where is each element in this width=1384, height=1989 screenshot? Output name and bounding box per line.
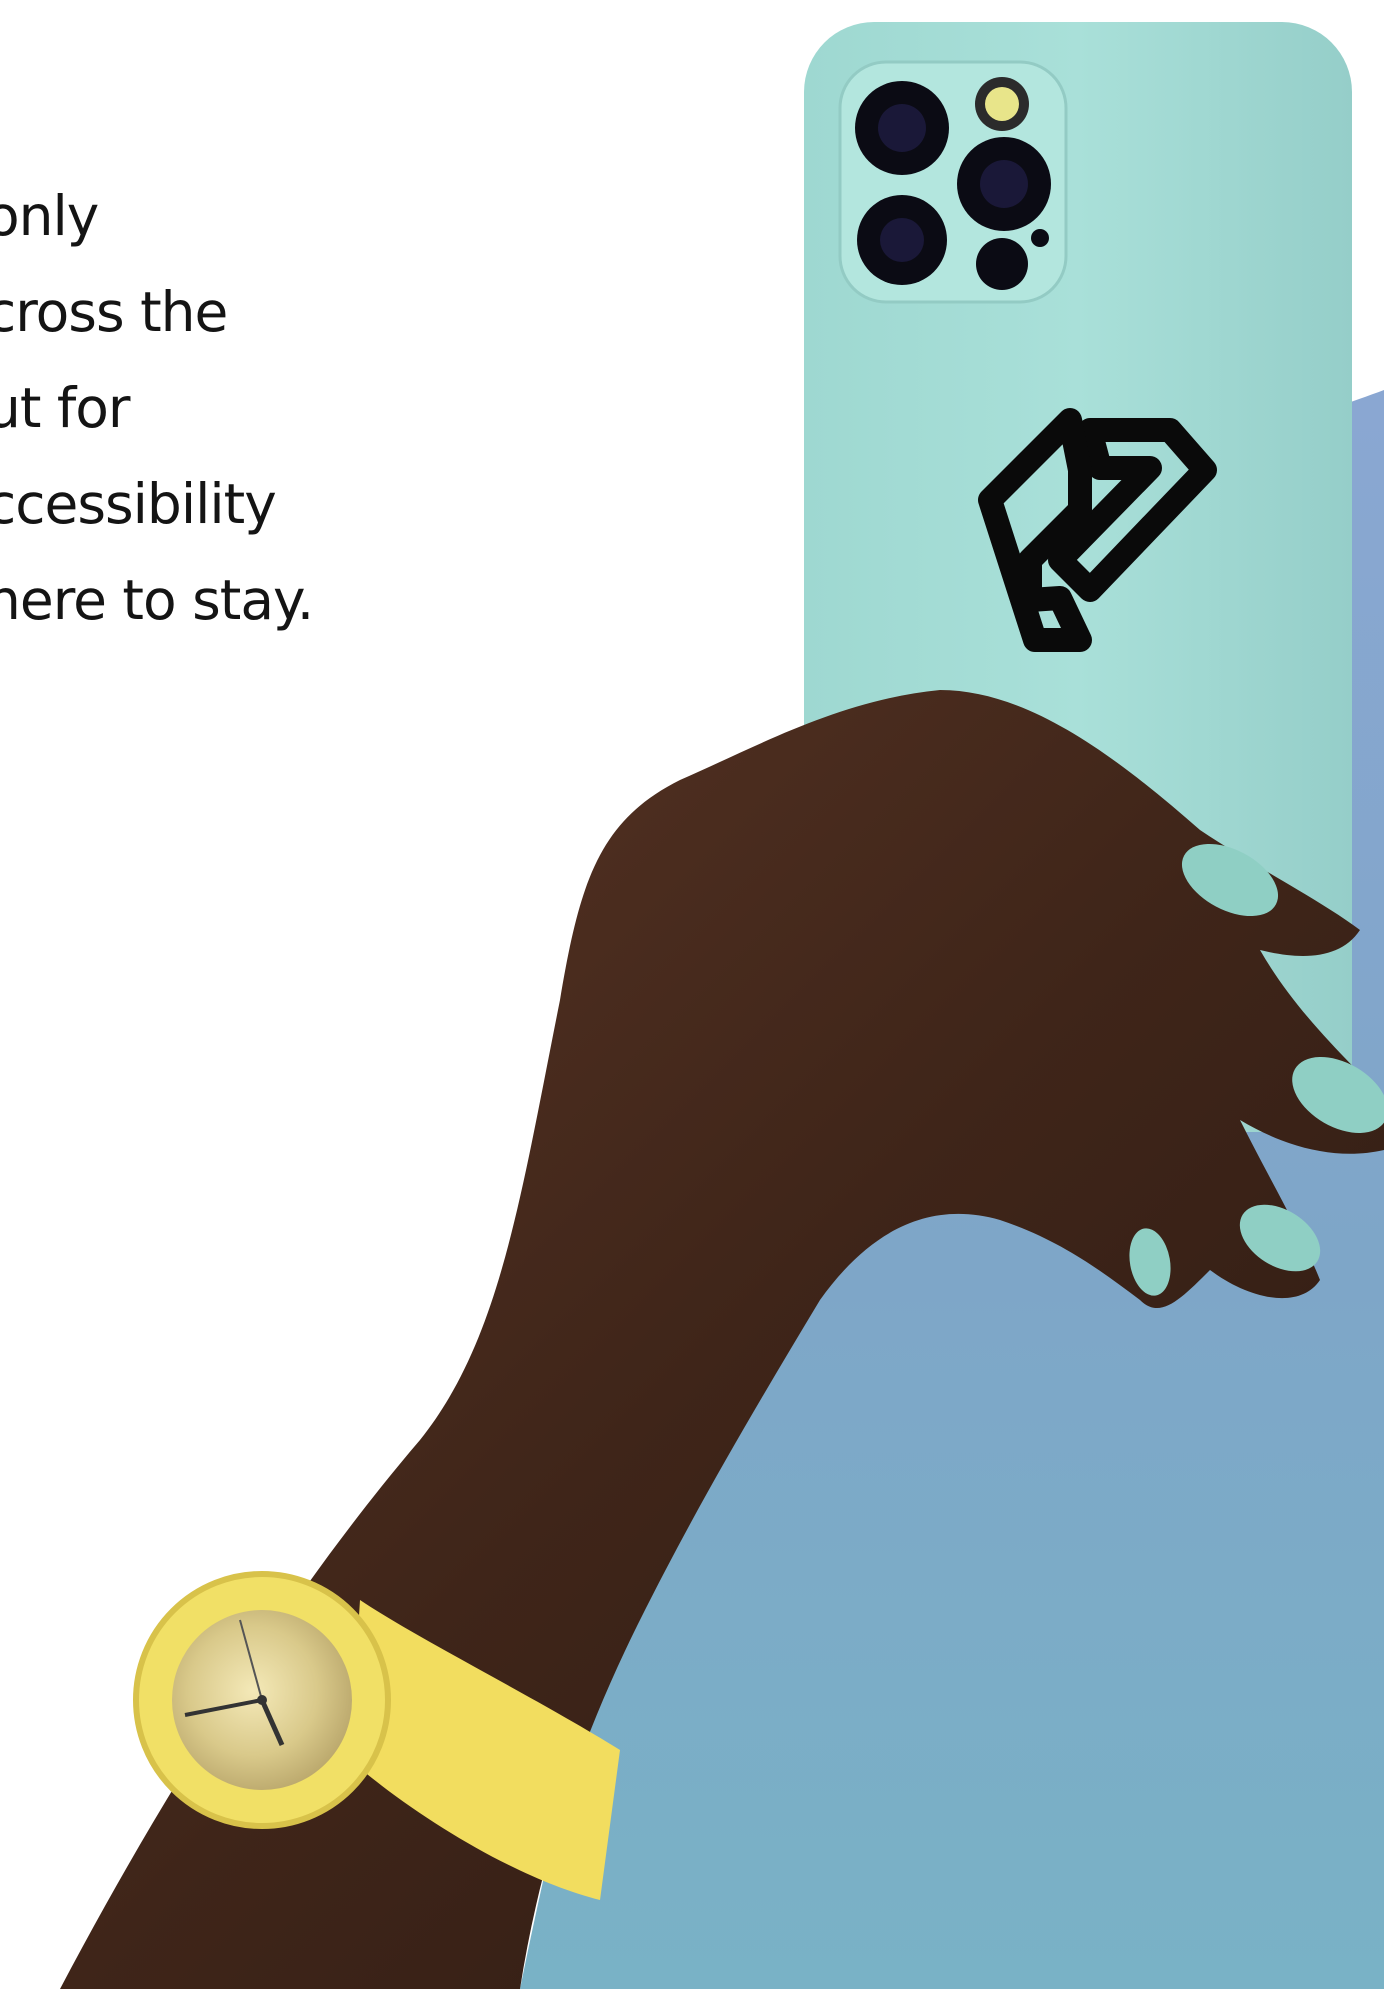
hero-text-line: ccessibility <box>0 472 277 536</box>
hero-text-line: ut for <box>0 376 131 440</box>
hero-text-line: cross the <box>0 280 228 344</box>
hero-text: only cross the ut for ccessibility here … <box>0 168 366 648</box>
hero-text-line: here to stay. <box>0 568 314 632</box>
hero-text-line: only <box>0 184 99 248</box>
hero-section: only cross the ut for ccessibility here … <box>0 0 1384 1989</box>
